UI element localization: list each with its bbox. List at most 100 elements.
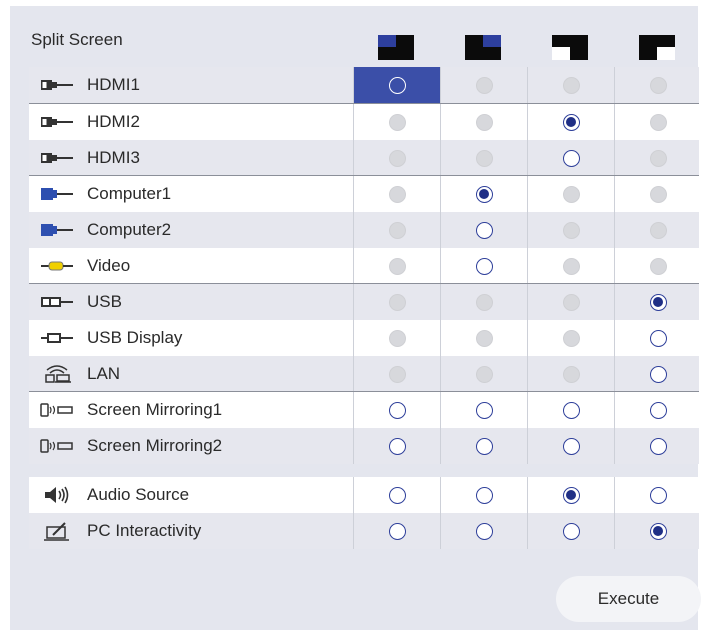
layout-cell[interactable]	[440, 477, 527, 513]
layout-cell[interactable]	[527, 477, 614, 513]
radio-button	[388, 185, 406, 203]
layout-cell[interactable]	[440, 248, 527, 284]
video-icon	[39, 256, 75, 276]
radio-button[interactable]	[649, 365, 667, 383]
source-label-cell: Video	[29, 248, 353, 284]
source-label: Screen Mirroring1	[87, 400, 223, 419]
layout-cell[interactable]	[614, 320, 701, 356]
layout-cell[interactable]	[614, 392, 701, 428]
layout-cell[interactable]	[527, 428, 614, 464]
radio-button[interactable]	[562, 149, 580, 167]
layout-cell	[353, 356, 440, 392]
layout-cell	[353, 176, 440, 212]
radio-button[interactable]	[649, 486, 667, 504]
layout-bottom-left-icon	[552, 35, 588, 60]
execute-button[interactable]: Execute	[556, 576, 701, 622]
radio-button[interactable]	[562, 113, 580, 131]
radio-button[interactable]	[562, 522, 580, 540]
radio-button[interactable]	[649, 401, 667, 419]
radio-button[interactable]	[475, 486, 493, 504]
radio-button[interactable]	[388, 522, 406, 540]
layout-cell	[527, 320, 614, 356]
radio-button	[475, 149, 493, 167]
radio-button[interactable]	[649, 522, 667, 540]
usb-icon	[39, 292, 75, 312]
radio-button[interactable]	[475, 185, 493, 203]
layout-cell[interactable]	[614, 513, 701, 549]
source-label-cell: Audio Source	[29, 477, 353, 513]
radio-button[interactable]	[475, 522, 493, 540]
radio-button[interactable]	[475, 257, 493, 275]
layout-cell[interactable]	[614, 284, 701, 320]
radio-button	[649, 149, 667, 167]
layout-cell	[527, 176, 614, 212]
radio-button	[475, 365, 493, 383]
source-label: Computer1	[87, 184, 172, 203]
radio-button[interactable]	[562, 437, 580, 455]
radio-button[interactable]	[562, 486, 580, 504]
layout-cell[interactable]	[440, 513, 527, 549]
layout-cell[interactable]	[527, 140, 614, 176]
source-label-cell: Screen Mirroring1	[29, 392, 353, 428]
layout-cell[interactable]	[353, 428, 440, 464]
layout-cell[interactable]	[527, 104, 614, 140]
layout-cell	[440, 284, 527, 320]
radio-button	[562, 221, 580, 239]
radio-button[interactable]	[475, 221, 493, 239]
layout-cell	[527, 356, 614, 392]
hdmi-icon	[39, 148, 75, 168]
radio-button[interactable]	[388, 437, 406, 455]
layout-cell[interactable]	[614, 428, 701, 464]
radio-button[interactable]	[649, 293, 667, 311]
radio-button[interactable]	[649, 437, 667, 455]
radio-button[interactable]	[475, 401, 493, 419]
source-label: PC Interactivity	[87, 521, 202, 540]
layout-cell[interactable]	[614, 477, 701, 513]
radio-button	[475, 293, 493, 311]
radio-button	[562, 365, 580, 383]
radio-button[interactable]	[475, 437, 493, 455]
lan-icon	[39, 364, 75, 384]
layout-cell[interactable]	[353, 392, 440, 428]
layout-cell[interactable]	[527, 392, 614, 428]
table-row: HDMI3	[29, 140, 699, 176]
table-row: Computer2	[29, 212, 699, 248]
layout-cell[interactable]	[440, 428, 527, 464]
radio-button	[562, 76, 580, 94]
layout-cell[interactable]	[353, 67, 440, 103]
source-label: Audio Source	[87, 485, 190, 504]
layout-cell[interactable]	[440, 392, 527, 428]
layout-cell[interactable]	[527, 513, 614, 549]
layout-cell[interactable]	[353, 477, 440, 513]
table-row: USB Display	[29, 320, 699, 356]
radio-button	[649, 76, 667, 94]
radio-button	[388, 365, 406, 383]
radio-button[interactable]	[649, 329, 667, 347]
radio-button[interactable]	[388, 401, 406, 419]
source-label-cell: Computer2	[29, 212, 353, 248]
radio-button	[649, 113, 667, 131]
radio-button[interactable]	[388, 486, 406, 504]
radio-button	[388, 293, 406, 311]
hdmi-icon	[39, 112, 75, 132]
table-row: Screen Mirroring2	[29, 428, 699, 464]
layout-bottom-right-icon	[639, 35, 675, 60]
table-row: HDMI2	[29, 104, 699, 140]
layout-cell[interactable]	[353, 513, 440, 549]
table-row: USB	[29, 284, 699, 320]
source-label: Video	[87, 256, 131, 275]
radio-button	[562, 185, 580, 203]
source-label-cell: Computer1	[29, 176, 353, 212]
page-title: Split Screen	[31, 30, 123, 49]
layout-cell[interactable]	[614, 356, 701, 392]
layout-cell[interactable]	[440, 176, 527, 212]
layout-cell[interactable]	[440, 212, 527, 248]
radio-button[interactable]	[388, 76, 406, 94]
layout-cell	[440, 104, 527, 140]
radio-button[interactable]	[562, 401, 580, 419]
layout-cell	[614, 104, 701, 140]
layout-cell	[353, 140, 440, 176]
layout-cell	[614, 140, 701, 176]
layout-cell	[527, 248, 614, 284]
layout-cell	[440, 67, 527, 103]
